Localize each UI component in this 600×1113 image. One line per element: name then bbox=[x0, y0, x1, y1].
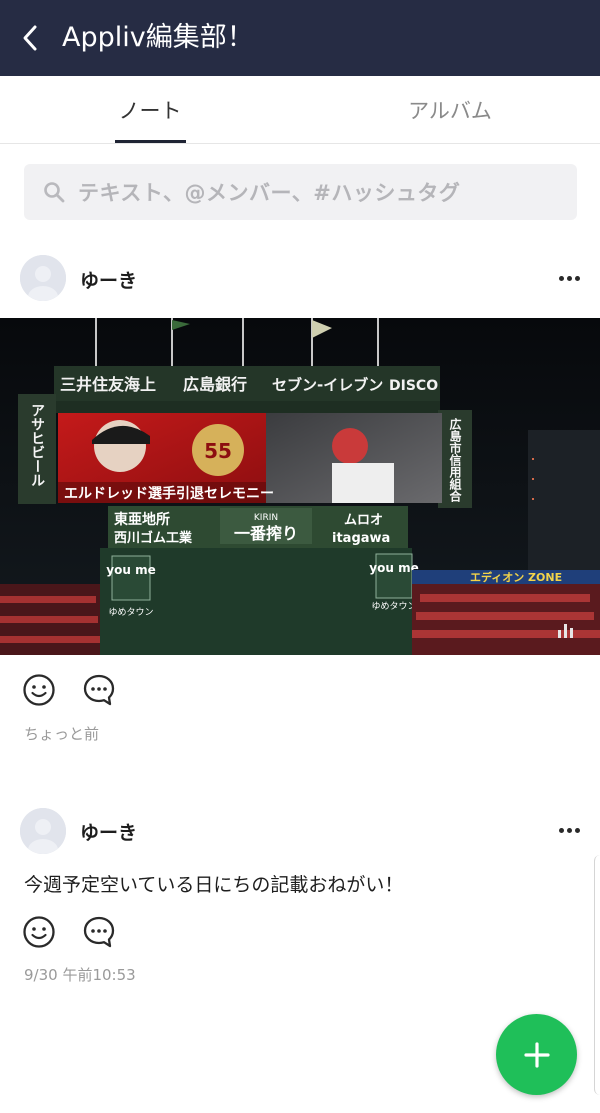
search-input[interactable]: テキスト、@メンバー、#ハッシュタグ bbox=[24, 164, 577, 220]
more-dot bbox=[574, 827, 580, 833]
more-dot bbox=[574, 275, 580, 281]
sign-text: 西川ゴム工業 bbox=[114, 530, 193, 546]
banner-text: 広島銀行 bbox=[183, 375, 247, 394]
sign-text: you me bbox=[369, 561, 418, 575]
post-photo[interactable]: 三井住友海上 広島銀行 セブン-イレブン DISCO アサヒビール 広島市信用組… bbox=[0, 318, 600, 655]
comment-bubble-icon[interactable] bbox=[82, 915, 116, 949]
sign-text: エディオン ZONE bbox=[470, 570, 562, 584]
banner-text: セブン-イレブン bbox=[272, 376, 383, 394]
screen-caption: エルドレッド選手引退セレモニー bbox=[64, 485, 274, 502]
banner-text: 広島市信用組合 bbox=[448, 417, 462, 503]
tab-album[interactable]: アルバム bbox=[300, 76, 600, 144]
create-post-button[interactable] bbox=[496, 1014, 577, 1095]
plus-icon bbox=[523, 1041, 550, 1068]
tab-bar: ノート アルバム bbox=[0, 76, 600, 144]
post-author[interactable]: ゆーき bbox=[80, 266, 137, 293]
more-dot bbox=[566, 827, 572, 833]
more-options-button[interactable] bbox=[554, 820, 584, 840]
sign-text: KIRIN bbox=[254, 513, 278, 523]
default-avatar-icon bbox=[20, 255, 66, 301]
stadium-photo-illustration: 三井住友海上 広島銀行 セブン-イレブン DISCO アサヒビール 広島市信用組… bbox=[0, 318, 600, 655]
comment-bubble-icon[interactable] bbox=[82, 673, 116, 707]
active-tab-indicator bbox=[115, 140, 186, 143]
avatar[interactable] bbox=[20, 808, 66, 854]
post-timestamp: ちょっと前 bbox=[24, 725, 100, 743]
sign-text: ゆめタウン bbox=[371, 601, 416, 612]
search-placeholder: テキスト、@メンバー、#ハッシュタグ bbox=[78, 181, 461, 205]
sign-text: 一番搾り bbox=[234, 524, 298, 543]
more-options-button[interactable] bbox=[554, 268, 584, 288]
smiley-icon[interactable] bbox=[22, 915, 56, 949]
page-title: Appliv編集部！ bbox=[62, 22, 254, 53]
screen-number: 55 bbox=[204, 439, 232, 463]
app-header: Appliv編集部！ bbox=[0, 0, 600, 76]
more-dot bbox=[566, 275, 572, 281]
more-dot bbox=[558, 275, 564, 281]
banner-text: アサヒビール bbox=[29, 403, 45, 487]
smiley-icon[interactable] bbox=[22, 673, 56, 707]
post-body-text: 今週予定空いている日にちの記載おねがい！ bbox=[24, 874, 404, 896]
back-button[interactable] bbox=[12, 18, 48, 58]
post-author[interactable]: ゆーき bbox=[80, 818, 137, 845]
search-icon bbox=[44, 182, 65, 203]
sign-text: ムロオ bbox=[344, 513, 383, 528]
sign-text: itagawa bbox=[332, 531, 390, 546]
post-timestamp: 9/30 午前10:53 bbox=[24, 966, 136, 984]
edge-scroll-handle[interactable] bbox=[594, 855, 600, 1095]
sign-text: ゆめタウン bbox=[108, 607, 153, 618]
tab-note[interactable]: ノート bbox=[0, 76, 300, 144]
sign-text: you me bbox=[106, 563, 155, 577]
default-avatar-icon bbox=[20, 808, 66, 854]
chevron-left-icon bbox=[23, 25, 37, 51]
banner-text: 三井住友海上 bbox=[60, 375, 156, 394]
banner-text: DISCO bbox=[389, 378, 438, 394]
sign-text: 東亜地所 bbox=[114, 511, 170, 528]
avatar[interactable] bbox=[20, 255, 66, 301]
more-dot bbox=[558, 827, 564, 833]
